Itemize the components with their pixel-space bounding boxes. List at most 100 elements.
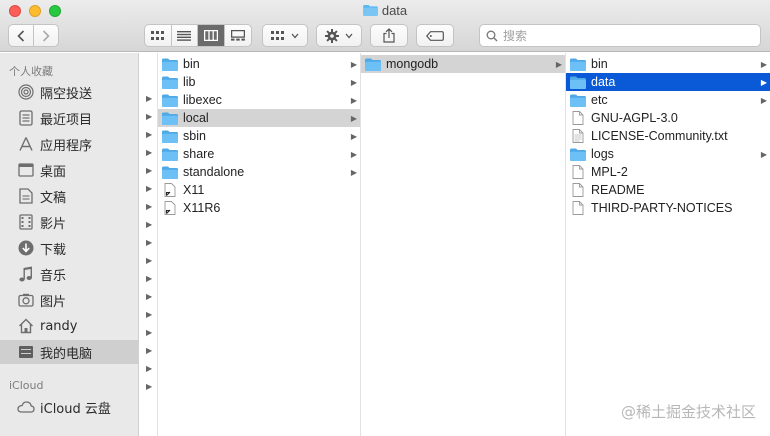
icon-view-button[interactable] (145, 25, 172, 46)
pictures-icon (17, 291, 35, 309)
disclosure-arrow-icon: ▶ (350, 131, 357, 141)
sidebar-item-home[interactable]: randy (0, 314, 138, 338)
sidebar-item-label: 下载 (40, 242, 67, 258)
navigation-buttons (8, 24, 59, 47)
sidebar-item-airdrop[interactable]: 隔空投送 (0, 80, 138, 104)
file-name: share (183, 147, 215, 161)
documents-icon (17, 187, 35, 205)
file-name: lib (183, 75, 196, 89)
folder-icon (570, 75, 586, 89)
folder-icon (363, 5, 378, 16)
column-local: mongodb ▶ (361, 53, 566, 436)
file-name: THIRD-PARTY-NOTICES (591, 201, 733, 215)
action-menu-button[interactable] (316, 24, 362, 47)
disclosure-arrow-icon: ▶ (146, 364, 153, 373)
folder-icon (162, 147, 178, 161)
list-item-local[interactable]: local ▶ (158, 109, 360, 127)
file-name: MPL-2 (591, 165, 628, 179)
disclosure-arrow-icon: ▶ (146, 238, 153, 247)
list-item-logs[interactable]: logs ▶ (566, 145, 770, 163)
sidebar-item-applications[interactable]: 应用程序 (0, 132, 138, 156)
list-item-standalone[interactable]: standalone ▶ (158, 163, 360, 181)
gear-icon (325, 28, 339, 43)
search-input[interactable] (503, 28, 743, 43)
disclosure-arrow-icon: ▶ (760, 149, 767, 159)
list-item-lib[interactable]: lib ▶ (158, 73, 360, 91)
sidebar-item-desktop[interactable]: 桌面 (0, 158, 138, 182)
chevron-left-icon (17, 29, 24, 42)
music-icon (17, 265, 35, 283)
desktop-icon (17, 161, 35, 179)
group-by-button[interactable] (262, 24, 308, 47)
disclosure-arrow-icon: ▶ (146, 274, 153, 283)
list-item-libexec[interactable]: libexec ▶ (158, 91, 360, 109)
disclosure-arrow-icon: ▶ (350, 167, 357, 177)
chevron-down-icon (345, 33, 353, 38)
disclosure-arrow-icon: ▶ (146, 94, 153, 103)
folder-icon (162, 93, 178, 107)
gallery-view-icon (230, 30, 245, 41)
watermark: @稀土掘金技术社区 (620, 403, 756, 421)
tags-button[interactable] (416, 24, 454, 47)
list-item-mongodb[interactable]: mongodb ▶ (361, 55, 565, 73)
forward-button[interactable] (34, 25, 58, 46)
sidebar-item-computer[interactable]: 我的电脑 (0, 340, 138, 364)
sidebar-item-documents[interactable]: 文稿 (0, 184, 138, 208)
share-button[interactable] (370, 24, 408, 47)
list-item-license[interactable]: LICENSE-Community.txt (566, 127, 770, 145)
column-usr: bin ▶ lib ▶ libexec ▶ local ▶ sbin ▶ sha… (158, 53, 361, 436)
folder-icon (570, 57, 586, 71)
column-root: ▶ ▶ ▶ ▶ ▶ ▶ ▶ ▶ ▶ ▶ ▶ ▶ ▶ ▶ ▶ ▶ ▶ (140, 53, 158, 436)
file-name: bin (183, 57, 200, 71)
applications-icon (17, 135, 35, 153)
disclosure-arrow-icon: ▶ (350, 113, 357, 123)
file-name: X11R6 (183, 201, 221, 215)
sidebar-item-pictures[interactable]: 图片 (0, 288, 138, 312)
list-item-gnu-agpl[interactable]: GNU-AGPL-3.0 (566, 109, 770, 127)
sidebar-item-label: 桌面 (40, 164, 67, 180)
list-item-sbin[interactable]: sbin ▶ (158, 127, 360, 145)
sidebar-item-recents[interactable]: 最近项目 (0, 106, 138, 130)
folder-icon (162, 129, 178, 143)
grid-view-icon (150, 30, 164, 40)
list-item-bin[interactable]: bin ▶ (158, 55, 360, 73)
gallery-view-button[interactable] (225, 25, 251, 46)
back-button[interactable] (9, 25, 34, 46)
file-name: sbin (183, 129, 206, 143)
list-item-mpl[interactable]: MPL-2 (566, 163, 770, 181)
folder-icon (162, 165, 178, 179)
list-item-share[interactable]: share ▶ (158, 145, 360, 163)
file-name: logs (591, 147, 614, 161)
search-field[interactable] (479, 24, 761, 47)
list-item-third-party-notices[interactable]: THIRD-PARTY-NOTICES (566, 199, 770, 217)
sidebar-item-downloads[interactable]: 下载 (0, 236, 138, 260)
disclosure-arrow-icon: ▶ (146, 220, 153, 229)
sidebar-item-label: randy (40, 318, 78, 334)
list-item-bin[interactable]: bin ▶ (566, 55, 770, 73)
sidebar-item-label: 最近项目 (40, 112, 93, 128)
alias-file-icon (162, 183, 178, 197)
disclosure-arrow-icon: ▶ (350, 95, 357, 105)
sidebar-item-movies[interactable]: 影片 (0, 210, 138, 234)
chevron-down-icon (291, 33, 299, 38)
column-mongodb: bin ▶ data ▶ etc ▶ GNU-AGPL-3.0 LICENSE-… (566, 53, 770, 436)
list-item-x11[interactable]: X11 (158, 181, 360, 199)
sidebar-item-icloud-drive[interactable]: iCloud 云盘 (0, 395, 138, 419)
list-view-icon (177, 30, 192, 41)
list-item-readme[interactable]: README (566, 181, 770, 199)
disclosure-arrow-icon: ▶ (146, 310, 153, 319)
list-view-button[interactable] (172, 25, 198, 46)
window-toolbar: data (0, 0, 770, 52)
file-name: bin (591, 57, 608, 71)
sidebar-item-music[interactable]: 音乐 (0, 262, 138, 286)
sidebar-section-favorites: 个人收藏 (9, 65, 53, 78)
folder-icon (365, 57, 381, 71)
disclosure-arrow-icon: ▶ (146, 328, 153, 337)
list-item-etc[interactable]: etc ▶ (566, 91, 770, 109)
list-item-x11r6[interactable]: X11R6 (158, 199, 360, 217)
cloud-icon (17, 398, 35, 416)
disclosure-arrow-icon: ▶ (146, 166, 153, 175)
list-item-data[interactable]: data ▶ (566, 73, 770, 91)
tag-icon (426, 30, 444, 41)
column-view-button[interactable] (198, 25, 225, 46)
